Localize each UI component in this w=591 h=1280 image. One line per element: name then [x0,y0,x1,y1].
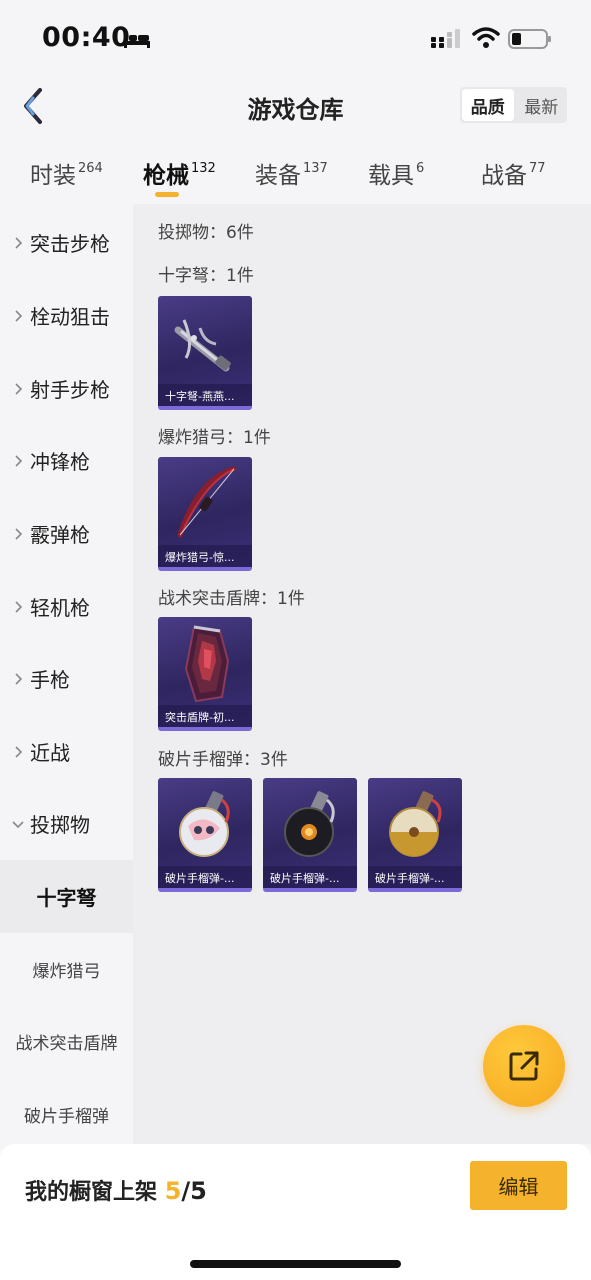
sidebar-item-label: 栓动狙击 [30,305,110,329]
sidebar-item-pistol[interactable]: 手枪 [0,642,133,715]
sidebar-item-throwables[interactable]: 投掷物 [0,787,133,860]
edit-button[interactable]: 编辑 [470,1161,567,1210]
tab-firearms[interactable]: 枪械 132 [143,156,216,190]
sidebar: 突击步枪 栓动狙击 射手步枪 冲锋枪 霰弹枪 轻机枪 手枪 近战 投掷物 十字弩… [0,204,133,1144]
chevron-right-icon [15,236,23,249]
bow-art [177,466,237,538]
tab-vehicles[interactable]: 载具 6 [368,156,424,190]
tab-label: 装备 [255,163,301,189]
item-caption: 破片手榴弹-... [368,866,462,888]
sort-by-quality[interactable]: 品质 [462,89,514,121]
sidebar-item-lmg[interactable]: 轻机枪 [0,570,133,643]
item-card-crossbow[interactable]: 十字弩-燕燕... [158,296,252,410]
sidebar-item-label: 投掷物 [30,813,90,837]
chevron-right-icon [15,745,23,758]
grenade-gold-art [389,791,442,857]
shelf-current-count: 5 [164,1177,182,1205]
content-panel: 投掷物：6件 十字弩：1件 十字弩-燕燕... 爆炸猎弓：1件 爆炸猎弓-惊..… [133,204,591,1144]
tab-label: 枪械 [143,163,189,189]
group-label-tactical-shield: 战术突击盾牌：1件 [158,589,305,609]
sidebar-subitem-crossbow[interactable]: 十字弩 [0,860,133,933]
active-tab-indicator [155,192,179,197]
sort-by-newest[interactable]: 最新 [516,87,568,123]
chevron-right-icon [15,600,23,613]
status-time: 00:40 [42,22,131,53]
share-fab-button[interactable] [483,1025,565,1107]
item-card-frag-grenade-2[interactable]: 破片手榴弹-... [263,778,357,892]
sidebar-item-melee[interactable]: 近战 [0,715,133,788]
sidebar-item-label: 突击步枪 [30,232,110,256]
tab-equipment[interactable]: 装备 137 [255,156,328,190]
tab-label: 时装 [30,163,76,189]
tab-fashion[interactable]: 时装 264 [30,156,103,190]
item-card-tactical-shield[interactable]: 突击盾牌-初... [158,617,252,731]
crossbow-art [174,319,231,372]
sidebar-item-label: 冲锋枪 [30,450,90,474]
group-label-crossbow: 十字弩：1件 [158,266,254,286]
chevron-right-icon [15,382,23,395]
category-tabs: 时装 264 枪械 132 装备 137 载具 6 战备 77 [0,150,591,204]
sidebar-item-label: 霰弹枪 [30,523,90,547]
sidebar-item-marksman-rifle[interactable]: 射手步枪 [0,352,133,425]
external-link-icon [509,1051,539,1081]
chevron-right-icon [15,309,23,322]
item-card-explosive-bow[interactable]: 爆炸猎弓-惊... [158,457,252,571]
wifi-icon [472,27,500,48]
sidebar-item-label: 近战 [30,741,70,765]
chevron-right-icon [15,672,23,685]
group-label-frag-grenade: 破片手榴弹：3件 [158,750,288,770]
sidebar-item-label: 轻机枪 [30,596,90,620]
shelf-total-count: /5 [181,1177,207,1205]
tab-count: 77 [529,161,546,176]
chevron-right-icon [15,527,23,540]
group-label-explosive-bow: 爆炸猎弓：1件 [158,428,271,448]
grenade-black-art [284,791,335,857]
chevron-down-icon [12,820,24,828]
sidebar-item-label: 手枪 [30,668,70,692]
tab-count: 6 [416,161,425,176]
shelf-status: 我的橱窗上架 5/5 [25,1174,207,1206]
shelf-label: 我的橱窗上架 [25,1180,158,1205]
item-caption: 破片手榴弹-... [158,866,252,888]
header: 游戏仓库 品质 最新 [0,76,591,136]
item-card-frag-grenade-3[interactable]: 破片手榴弹-... [368,778,462,892]
cellular-signal-icon [431,29,460,48]
tab-count: 264 [78,161,103,176]
sidebar-subitem-tactical-shield[interactable]: 战术突击盾牌 [0,1005,133,1078]
sidebar-item-assault-rifle[interactable]: 突击步枪 [0,206,133,279]
tab-count: 137 [303,161,328,176]
sidebar-subitem-explosive-bow[interactable]: 爆炸猎弓 [0,933,133,1006]
tab-label: 载具 [368,163,414,189]
item-card-frag-grenade-1[interactable]: 破片手榴弹-... [158,778,252,892]
chevron-right-icon [15,454,23,467]
status-bar: 00:40 [0,0,591,76]
sidebar-item-smg[interactable]: 冲锋枪 [0,424,133,497]
tab-count: 132 [191,161,216,176]
home-indicator[interactable] [190,1260,401,1268]
battery-icon [508,29,551,49]
category-summary: 投掷物：6件 [158,223,254,243]
sidebar-item-bolt-sniper[interactable]: 栓动狙击 [0,279,133,352]
shield-art [184,625,230,703]
sidebar-subitem-frag-grenade[interactable]: 破片手榴弹 [0,1078,133,1151]
sort-toggle: 品质 最新 [460,87,567,123]
grenade-white-art [179,791,230,857]
item-caption: 突击盾牌-初... [158,705,252,727]
item-caption: 十字弩-燕燕... [158,384,252,406]
sidebar-item-shotgun[interactable]: 霰弹枪 [0,497,133,570]
bottom-bar: 我的橱窗上架 5/5 编辑 [0,1144,591,1280]
tab-supplies[interactable]: 战备 77 [481,156,546,190]
sleep-mode-icon [124,32,150,48]
item-caption: 爆炸猎弓-惊... [158,545,252,567]
item-caption: 破片手榴弹-... [263,866,357,888]
sidebar-item-label: 射手步枪 [30,378,110,402]
tab-label: 战备 [481,163,527,189]
